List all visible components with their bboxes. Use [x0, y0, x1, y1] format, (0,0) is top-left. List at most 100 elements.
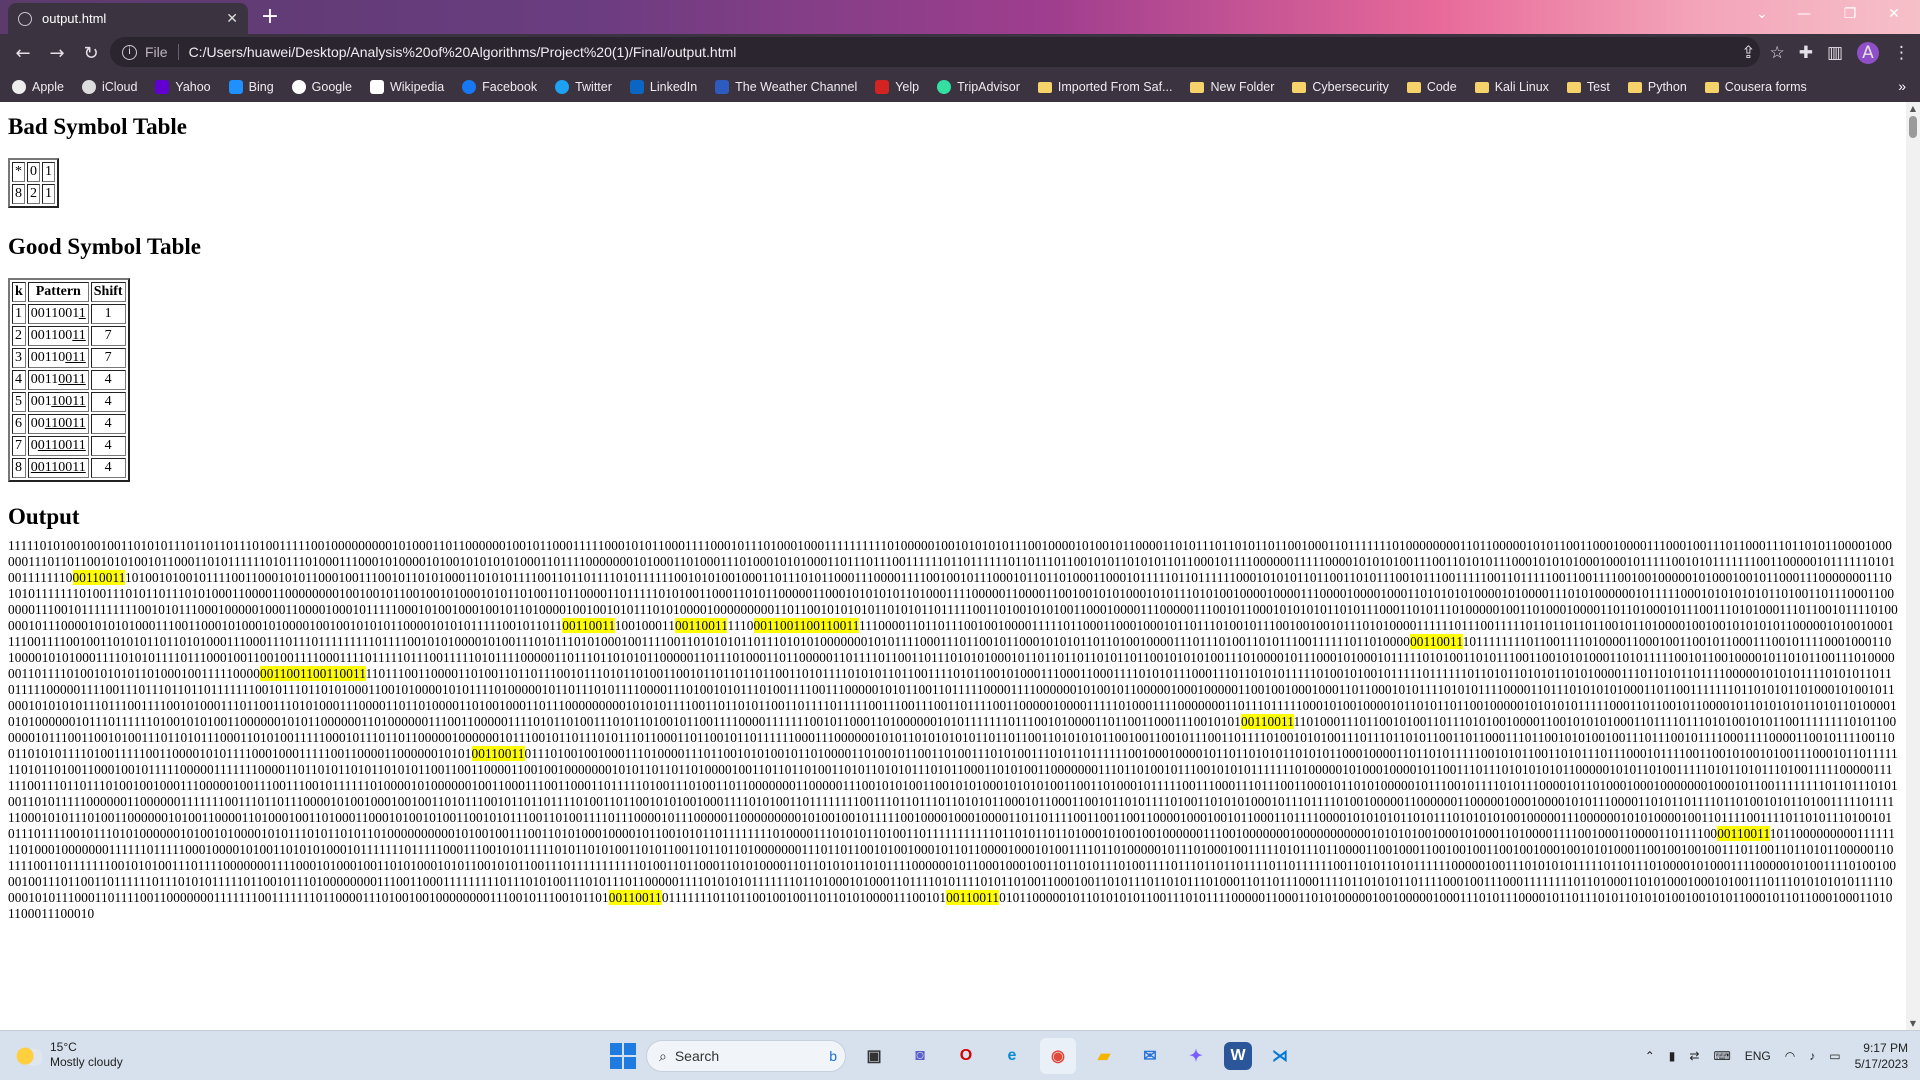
bookmark-yahoo[interactable]: Yahoo — [155, 80, 211, 94]
reload-icon[interactable]: ↻ — [74, 43, 108, 64]
address-url[interactable]: C:/Users/huawei/Desktop/Analysis%20of%20… — [189, 44, 737, 60]
bookmark-apple[interactable]: Apple — [12, 80, 64, 94]
back-arrow-icon[interactable]: ← — [6, 43, 40, 64]
row-pattern: 00110011 — [27, 348, 89, 368]
bookmark-google[interactable]: Google — [291, 80, 352, 94]
folder-icon — [1704, 81, 1719, 93]
chrome-icon[interactable]: ◉ — [1040, 1038, 1076, 1074]
row-k: 8 — [12, 458, 26, 478]
bing-icon[interactable]: b — [829, 1048, 837, 1064]
bookmark-twitter[interactable]: Twitter — [555, 80, 612, 94]
bookmark-star-icon[interactable]: ☆ — [1769, 43, 1784, 63]
clock[interactable]: 9:17 PM 5/17/2023 — [1855, 1040, 1908, 1072]
windows-start-icon[interactable] — [610, 1043, 636, 1069]
share-icon[interactable]: ⇪ — [1741, 43, 1755, 63]
bing-icon — [228, 80, 243, 94]
tab-output-html[interactable]: output.html ✕ — [8, 3, 248, 34]
apple-icon — [81, 80, 96, 94]
bit-segment: 000111011101001101011100111111011010000 — [1153, 634, 1411, 649]
pattern-prefix: 0011 — [30, 372, 59, 387]
row-pattern: 00110011 — [27, 458, 89, 478]
forward-arrow-icon[interactable]: → — [40, 43, 74, 64]
table-row: 3 00110011 7 — [12, 348, 126, 368]
pattern-suffix-underlined: 10011 — [51, 394, 86, 409]
profile-avatar[interactable]: A — [1857, 42, 1879, 64]
table-cell: 2 — [27, 184, 40, 204]
bit-segment: 1110 — [727, 618, 754, 633]
info-icon[interactable]: i — [122, 44, 137, 60]
scroll-up-icon[interactable]: ▲ — [1908, 104, 1918, 113]
close-window-button[interactable]: ✕ — [1872, 0, 1916, 30]
table-row: 2 00110011 7 — [12, 326, 126, 346]
table-cell: * — [12, 162, 25, 182]
address-scheme: File — [145, 44, 168, 60]
bookmark-tripadvisor[interactable]: TripAdvisor — [937, 80, 1020, 94]
vscode-icon[interactable]: ⋊ — [1262, 1038, 1298, 1074]
taskbar-search[interactable]: ⌕ Search b — [646, 1040, 846, 1072]
bookmark-folder-test[interactable]: Test — [1566, 80, 1610, 94]
side-panel-icon[interactable]: ▥ — [1827, 43, 1843, 63]
weather-widget[interactable]: 15°C Mostly cloudy — [16, 1040, 123, 1070]
bookmark-wikipedia[interactable]: Wikipedia — [369, 80, 444, 94]
language-indicator[interactable]: ENG — [1745, 1049, 1771, 1063]
close-tab-icon[interactable]: ✕ — [226, 11, 238, 27]
keyboard-icon[interactable]: ⌨ — [1713, 1049, 1730, 1063]
bad-symbol-table: * 0 1 8 2 1 — [8, 158, 59, 208]
good-symbol-table: k Pattern Shift 1 00110011 1 2 00110011 7 3 001… — [8, 278, 130, 482]
address-bar[interactable]: i File C:/Users/huawei/Desktop/Analysis%… — [110, 37, 1760, 67]
output-bitstring: 1111101010010010011010101110110110111010… — [8, 538, 1898, 922]
bookmark-folder-code[interactable]: Code — [1406, 80, 1457, 94]
tray-overflow-icon[interactable]: ⌃ — [1645, 1049, 1655, 1063]
pattern-prefix: 00 — [30, 416, 45, 431]
bookmark-folder-cousera[interactable]: Cousera forms — [1704, 80, 1807, 94]
bit-segment: 1101000000111001100000111101011010011101… — [361, 714, 1242, 729]
opera-icon[interactable]: O — [948, 1038, 984, 1074]
volume-icon[interactable]: ♪ — [1809, 1049, 1815, 1063]
bookmark-bing[interactable]: Bing — [228, 80, 274, 94]
row-shift: 1 — [90, 304, 126, 324]
row-pattern: 00110011 — [27, 370, 89, 390]
mail-icon[interactable]: ✉ — [1132, 1038, 1168, 1074]
bookmark-weather-channel[interactable]: The Weather Channel — [715, 80, 857, 94]
bookmark-facebook[interactable]: Facebook — [462, 80, 537, 94]
scrollbar-thumb[interactable] — [1909, 116, 1917, 138]
app-tray-icon[interactable]: ▮ — [1669, 1049, 1676, 1063]
scroll-down-icon[interactable]: ▼ — [1908, 1019, 1918, 1028]
bookmark-icloud[interactable]: iCloud — [81, 80, 137, 94]
linkedin-icon — [629, 80, 644, 94]
word-icon[interactable]: W — [1224, 1042, 1252, 1070]
bookmark-folder-new[interactable]: New Folder — [1190, 80, 1274, 94]
bit-segment: 0011011111111111011010110110100010100100… — [892, 826, 1718, 841]
bookmarks-overflow-icon[interactable]: » — [1898, 78, 1906, 94]
copilot-icon[interactable]: ✦ — [1178, 1038, 1214, 1074]
bookmark-folder-kali[interactable]: Kali Linux — [1474, 80, 1549, 94]
extensions-puzzle-icon[interactable]: ✚ — [1799, 43, 1813, 63]
row-pattern: 00110011 — [27, 414, 89, 434]
network-share-icon[interactable]: ⇄ — [1689, 1049, 1699, 1063]
bookmark-linkedin[interactable]: LinkedIn — [629, 80, 697, 94]
pattern-prefix: 0011001 — [30, 306, 79, 321]
row-pattern: 00110011 — [27, 304, 89, 324]
tab-search-chevron-icon[interactable]: ⌄ — [1740, 0, 1784, 30]
bookmark-folder-cybersecurity[interactable]: Cybersecurity — [1292, 80, 1389, 94]
table-cell: 0 — [27, 162, 40, 182]
pattern-suffix-underlined: 11 — [72, 328, 86, 343]
menu-kebab-icon[interactable]: ⋮ — [1893, 43, 1910, 63]
taskbar-apps: ⌕ Search b ▣ ◙ O e ◉ ▰ ✉ ✦ W ⋊ — [610, 1037, 1298, 1075]
restore-button[interactable]: ❐ — [1828, 0, 1872, 30]
clock-date: 5/17/2023 — [1854, 1057, 1908, 1071]
match-highlight: 00110011 — [946, 890, 1000, 905]
task-view-icon[interactable]: ▣ — [856, 1038, 892, 1074]
wifi-icon[interactable]: ◠ — [1785, 1049, 1795, 1063]
page-scrollbar[interactable]: ▲ ▼ — [1906, 102, 1920, 1030]
pattern-suffix-underlined: 110011 — [44, 416, 86, 431]
bookmark-folder-python[interactable]: Python — [1627, 80, 1687, 94]
file-explorer-icon[interactable]: ▰ — [1086, 1038, 1122, 1074]
edge-icon[interactable]: e — [994, 1038, 1030, 1074]
teams-chat-icon[interactable]: ◙ — [902, 1038, 938, 1074]
bookmark-folder-imported[interactable]: Imported From Saf... — [1037, 80, 1172, 94]
minimize-button[interactable]: — — [1782, 0, 1826, 30]
new-tab-button[interactable]: + — [254, 4, 286, 32]
bookmark-yelp[interactable]: Yelp — [875, 80, 919, 94]
battery-icon[interactable]: ▭ — [1829, 1049, 1840, 1063]
